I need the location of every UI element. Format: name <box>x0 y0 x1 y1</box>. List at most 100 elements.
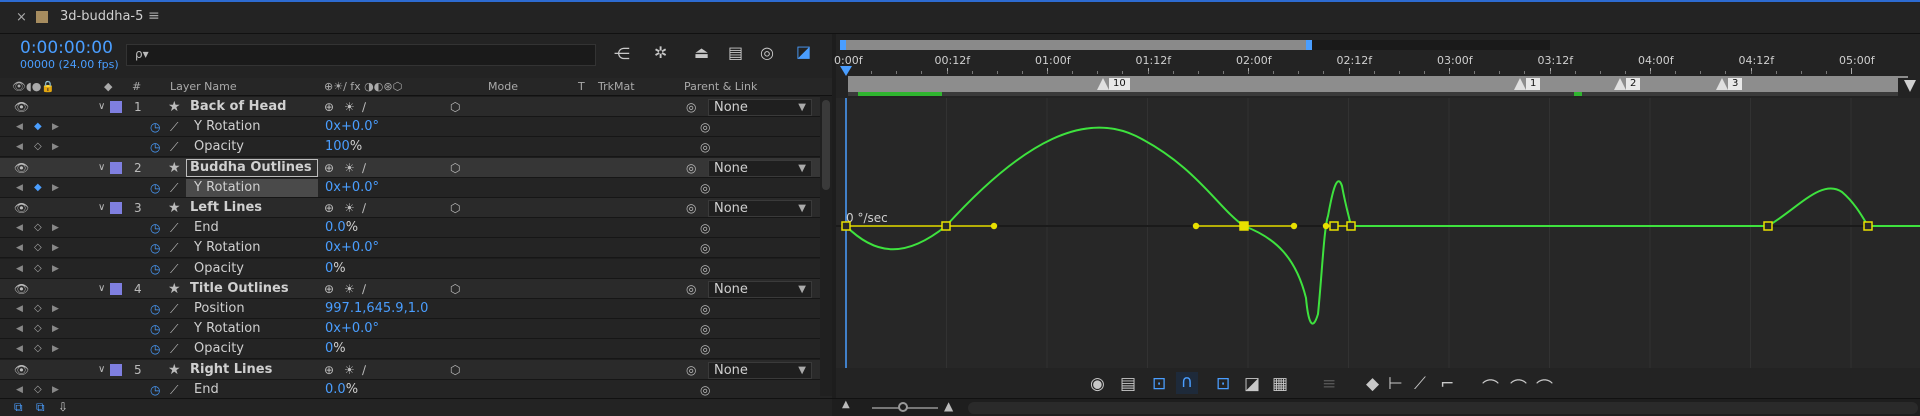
layer-row[interactable]: 👁 ∨ 2 ★ Buddha Outlines ⊕ ☀ ∕ ⬡ ◎ None ▼ <box>0 158 832 178</box>
prev-keyframe-icon[interactable]: ◀ <box>16 299 23 319</box>
expression-pick-whip-icon[interactable]: ◎ <box>700 380 710 400</box>
auto-bezier-icon[interactable]: ⌐ <box>1440 374 1454 394</box>
graph-editor-icon[interactable]: ◪ <box>796 42 811 61</box>
edit-keyframe-icon[interactable]: ◆ <box>1366 374 1379 394</box>
prev-keyframe-icon[interactable]: ◀ <box>16 319 23 339</box>
collapse-switch-icon[interactable]: ☀ <box>344 198 355 218</box>
property-value[interactable]: 0x+0.0° <box>325 319 379 339</box>
parent-dropdown[interactable]: None ▼ <box>708 362 812 379</box>
visibility-eye-icon[interactable]: 👁 <box>14 158 29 178</box>
zoom-in-icon[interactable]: ▲ <box>944 399 953 413</box>
next-keyframe-icon[interactable]: ▶ <box>52 339 59 359</box>
keyframe-diamond-icon[interactable]: ◇ <box>34 137 42 157</box>
search-input[interactable]: ρ▾ <box>126 44 596 66</box>
stopwatch-icon[interactable]: ◷ <box>150 339 160 359</box>
property-value[interactable]: 0x+0.0° <box>325 117 379 137</box>
label-color-swatch[interactable] <box>110 101 122 113</box>
zoom-out-icon[interactable]: ▲ <box>842 399 850 410</box>
property-row[interactable]: ◀ ◆ ▶ ◷ ⟋ Y Rotation 0x+0.0° ◎ <box>0 117 832 137</box>
easy-ease-out-icon[interactable]: ⌒ <box>1536 374 1553 399</box>
collapse-switch-icon[interactable]: ☀ <box>344 158 355 178</box>
visibility-eye-icon[interactable]: 👁 <box>14 360 29 380</box>
ruler-end-handle[interactable] <box>1898 78 1920 96</box>
property-value[interactable]: 0.0% <box>325 380 358 400</box>
next-keyframe-icon[interactable]: ▶ <box>52 259 59 279</box>
horizontal-scrollbar[interactable] <box>968 402 1918 414</box>
stopwatch-icon[interactable]: ◷ <box>150 259 160 279</box>
pick-whip-icon[interactable]: ◎ <box>686 360 696 380</box>
property-row[interactable]: ◀ ◇ ▶ ◷ ⟋ Y Rotation 0x+0.0° ◎ <box>0 319 832 339</box>
property-value[interactable]: 0x+0.0° <box>325 238 379 258</box>
property-value[interactable]: 997.1,645.9,1.0 <box>325 299 428 319</box>
keyframe-diamond-icon[interactable]: ◇ <box>34 299 42 319</box>
next-keyframe-icon[interactable]: ▶ <box>52 137 59 157</box>
expression-pick-whip-icon[interactable]: ◎ <box>700 178 710 198</box>
shy-switch-icon[interactable]: ⊕ <box>324 279 334 299</box>
next-keyframe-icon[interactable]: ▶ <box>52 319 59 339</box>
keyframe-diamond-icon[interactable]: ◇ <box>34 259 42 279</box>
layer-name[interactable]: Right Lines <box>190 360 272 380</box>
twirl-down-icon[interactable]: ∨ <box>98 360 105 380</box>
parent-dropdown[interactable]: None ▼ <box>708 99 812 116</box>
twirl-down-icon[interactable]: ∨ <box>98 279 105 299</box>
transform-box-icon[interactable]: ⊡ <box>1152 374 1166 394</box>
property-value[interactable]: 0.0% <box>325 218 358 238</box>
next-keyframe-icon[interactable]: ▶ <box>52 178 59 198</box>
graph-toggle-icon[interactable]: ⟋ <box>170 218 178 238</box>
prev-keyframe-icon[interactable]: ◀ <box>16 339 23 359</box>
collapse-switch-icon[interactable]: ☀ <box>344 97 355 117</box>
prev-keyframe-icon[interactable]: ◀ <box>16 137 23 157</box>
twirl-down-icon[interactable]: ∨ <box>98 158 105 178</box>
work-area-start-handle[interactable] <box>840 40 846 50</box>
graph-options-icon[interactable]: ▤ <box>1120 374 1136 394</box>
3d-layer-icon[interactable]: ⬡ <box>450 279 460 299</box>
property-value[interactable]: 0% <box>325 339 346 359</box>
visibility-eye-icon[interactable]: 👁 <box>14 279 29 299</box>
snap-icon[interactable]: ∩ <box>1176 372 1198 394</box>
3d-layer-icon[interactable]: ⬡ <box>450 158 460 178</box>
graph-toggle-icon[interactable]: ⟋ <box>170 238 178 258</box>
motion-blur-icon[interactable]: ◎ <box>760 43 774 62</box>
parent-dropdown[interactable]: None ▼ <box>708 281 812 298</box>
toggle-modes-icon[interactable]: ⧉ <box>36 400 45 415</box>
stopwatch-icon[interactable]: ◷ <box>150 137 160 157</box>
graph-toggle-icon[interactable]: ⟋ <box>170 380 178 400</box>
graph-toggle-icon[interactable]: ⟋ <box>170 178 178 198</box>
stopwatch-icon[interactable]: ◷ <box>150 380 160 400</box>
work-area-range[interactable] <box>840 40 1306 50</box>
twirl-down-icon[interactable]: ∨ <box>98 97 105 117</box>
property-row[interactable]: ◀ ◇ ▶ ◷ ⟋ Opacity 0% ◎ <box>0 339 832 359</box>
expression-pick-whip-icon[interactable]: ◎ <box>700 339 710 359</box>
render-time-icon[interactable]: ⇩ <box>58 400 68 414</box>
next-keyframe-icon[interactable]: ▶ <box>52 117 59 137</box>
hold-keyframe-icon[interactable]: ⊢ <box>1388 374 1403 394</box>
marker-bar[interactable]: 10 1 2 3 <box>836 76 1908 92</box>
3d-layer-icon[interactable]: ⬡ <box>450 198 460 218</box>
value-graph[interactable]: 0 °/sec <box>836 98 1920 398</box>
prev-keyframe-icon[interactable]: ◀ <box>16 117 23 137</box>
composition-mini-flowchart-icon[interactable]: ⋲ <box>614 44 630 63</box>
layer-name[interactable]: Title Outlines <box>190 279 289 299</box>
draft-3d-icon[interactable]: ✲ <box>654 43 667 62</box>
layer-row[interactable]: 👁 ∨ 4 ★ Title Outlines ⊕ ☀ ∕ ⬡ ◎ None ▼ <box>0 279 832 299</box>
property-row[interactable]: ◀ ◆ ▶ ◷ ⟋ Y Rotation 0x+0.0° ◎ <box>0 178 832 198</box>
shy-switch-icon[interactable]: ⊕ <box>324 198 334 218</box>
stopwatch-icon[interactable]: ◷ <box>150 319 160 339</box>
3d-layer-icon[interactable]: ⬡ <box>450 360 460 380</box>
quality-switch-icon[interactable]: ∕ <box>362 97 366 117</box>
expression-pick-whip-icon[interactable]: ◎ <box>700 299 710 319</box>
easy-ease-in-icon[interactable]: ⌒ <box>1510 374 1527 399</box>
composition-marker[interactable] <box>1614 78 1626 90</box>
keyframe-diamond-icon[interactable]: ◇ <box>34 339 42 359</box>
property-row[interactable]: ◀ ◇ ▶ ◷ ⟋ End 0.0% ◎ <box>0 380 832 400</box>
keyframe-diamond-icon[interactable]: ◇ <box>34 238 42 258</box>
fit-all-icon[interactable]: ◪ <box>1244 374 1260 394</box>
property-value[interactable]: 100% <box>325 137 362 157</box>
expression-pick-whip-icon[interactable]: ◎ <box>700 319 710 339</box>
graph-toggle-icon[interactable]: ⟋ <box>170 137 178 157</box>
graph-toggle-icon[interactable]: ⟋ <box>170 319 178 339</box>
next-keyframe-icon[interactable]: ▶ <box>52 380 59 400</box>
pick-whip-icon[interactable]: ◎ <box>686 158 696 178</box>
expression-pick-whip-icon[interactable]: ◎ <box>700 259 710 279</box>
expression-pick-whip-icon[interactable]: ◎ <box>700 218 710 238</box>
